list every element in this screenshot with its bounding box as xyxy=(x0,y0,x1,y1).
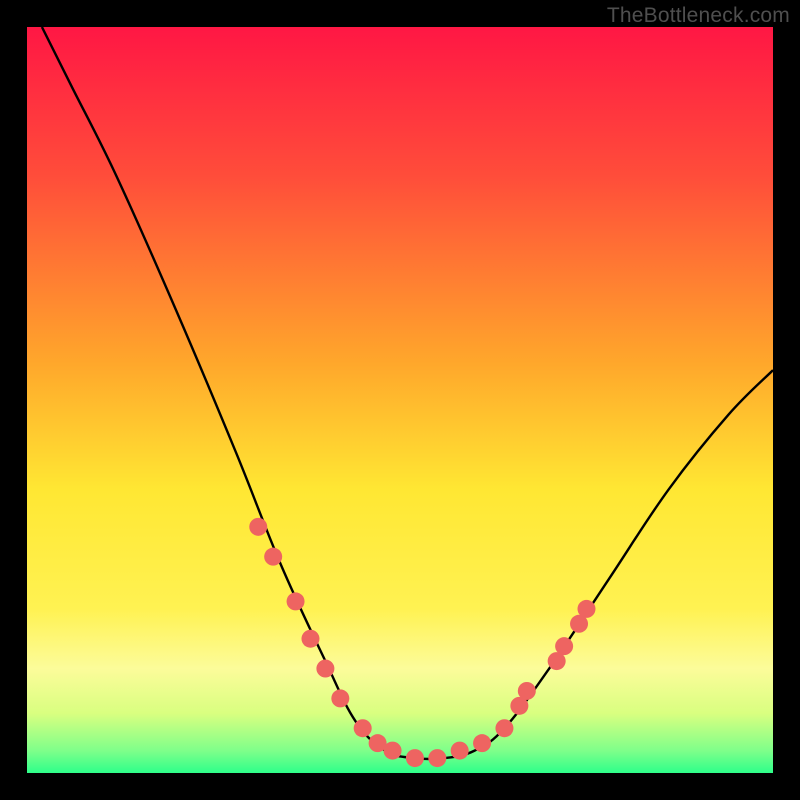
highlight-dot xyxy=(451,742,469,760)
highlight-dot xyxy=(406,749,424,767)
highlight-dot xyxy=(301,630,319,648)
watermark-text: TheBottleneck.com xyxy=(607,4,790,28)
highlight-dot xyxy=(578,600,596,618)
chart-frame xyxy=(27,27,773,773)
highlight-dot xyxy=(495,719,513,737)
highlight-dot xyxy=(555,637,573,655)
highlight-dot xyxy=(331,689,349,707)
highlight-dot xyxy=(384,742,402,760)
highlight-dot xyxy=(264,548,282,566)
gradient-background xyxy=(27,27,773,773)
highlight-dot xyxy=(316,660,334,678)
highlight-dot xyxy=(473,734,491,752)
bottleneck-chart xyxy=(27,27,773,773)
highlight-dot xyxy=(249,518,267,536)
highlight-dot xyxy=(518,682,536,700)
highlight-dot xyxy=(428,749,446,767)
highlight-dot xyxy=(287,592,305,610)
highlight-dot xyxy=(354,719,372,737)
